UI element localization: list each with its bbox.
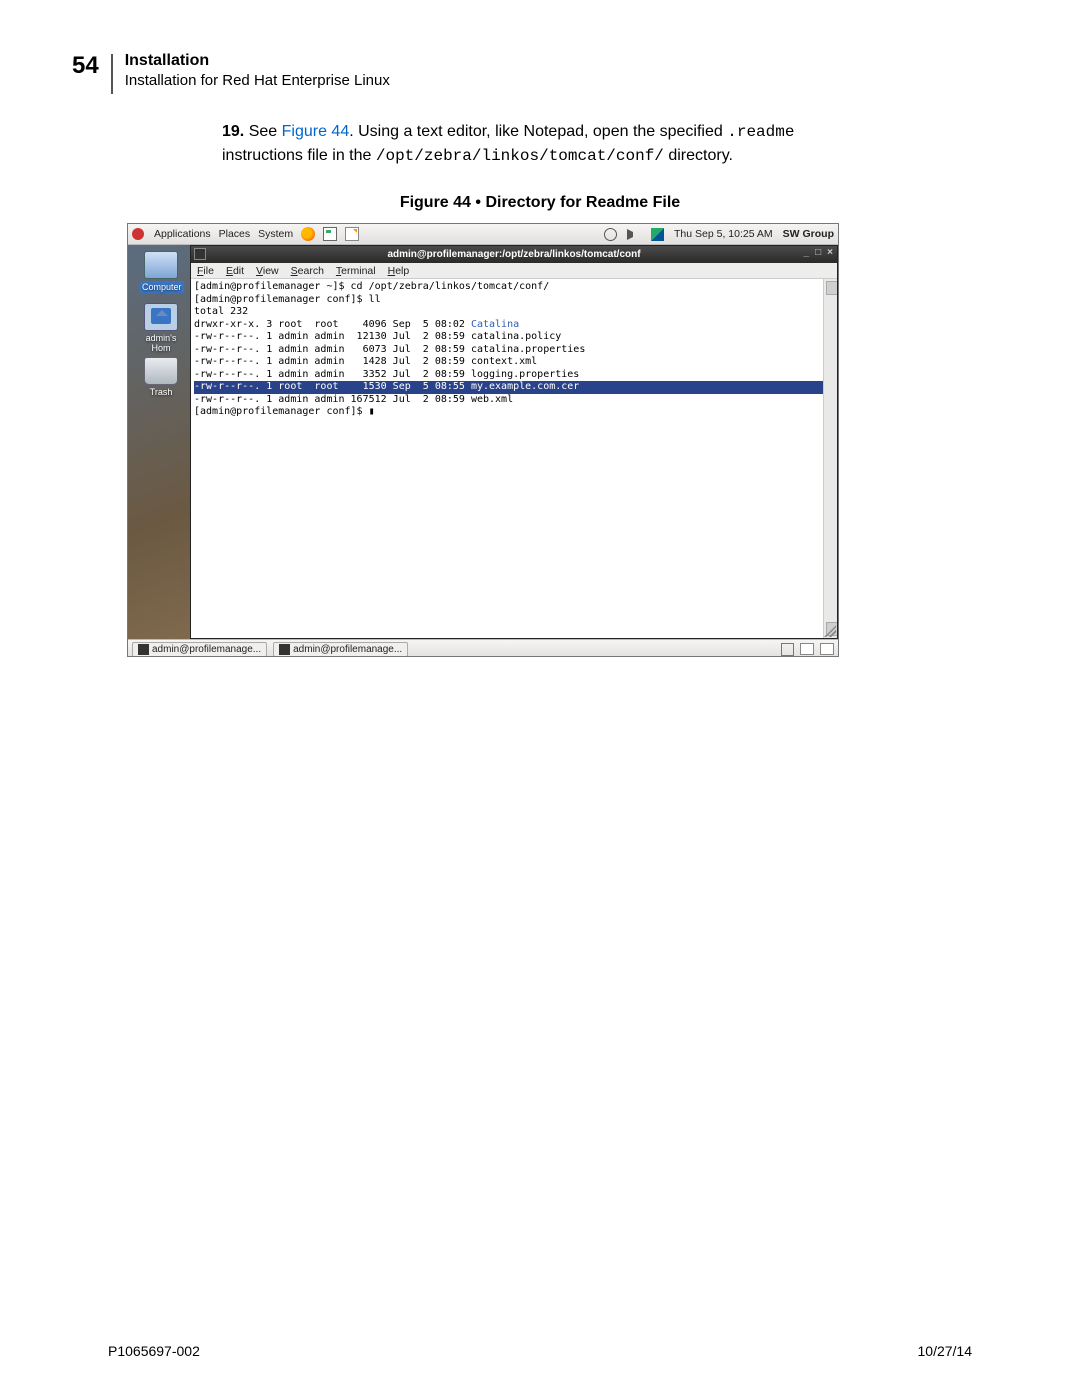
minimize-button[interactable]: _ [804, 247, 810, 258]
page-number: 54 [72, 52, 99, 80]
tray-applet-icon[interactable] [781, 643, 794, 656]
applications-menu[interactable]: Applications [154, 228, 211, 240]
menu-file[interactable]: File [197, 265, 214, 277]
terminal-title-text: admin@profilemanager:/opt/zebra/linkos/t… [387, 249, 640, 260]
menu-view[interactable]: View [256, 265, 279, 277]
home-desktop-icon[interactable]: admin's Hom [140, 303, 182, 353]
catalina-dir: Catalina [471, 319, 519, 330]
info-tray-icon[interactable] [604, 228, 617, 241]
volume-icon[interactable] [627, 229, 641, 240]
home-folder-icon [144, 303, 178, 331]
system-menu[interactable]: System [258, 228, 293, 240]
terminal-titlebar[interactable]: admin@profilemanager:/opt/zebra/linkos/t… [191, 246, 837, 263]
header-divider [111, 54, 113, 94]
resize-handle[interactable] [824, 625, 836, 637]
step-line2b: directory. [664, 147, 733, 164]
terminal-title-icon [194, 248, 206, 260]
page-header: 54 Installation Installation for Red Hat… [72, 52, 390, 94]
close-button[interactable]: × [827, 247, 833, 258]
network-icon[interactable] [651, 228, 664, 241]
step-number: 19. [222, 123, 244, 140]
gnome-top-panel: Applications Places System Thu Sep 5, 10… [128, 224, 838, 245]
firefox-icon[interactable] [301, 227, 315, 241]
places-menu[interactable]: Places [219, 228, 251, 240]
step-text-mid: . Using a text editor, like Notepad, ope… [349, 123, 727, 140]
menu-search[interactable]: Search [291, 265, 324, 277]
trash-label: Trash [150, 387, 173, 397]
fedora-icon [132, 228, 144, 240]
terminal-body[interactable]: [admin@profilemanager ~]$ cd /opt/zebra/… [191, 279, 837, 638]
trash-icon [144, 357, 178, 385]
header-subtitle: Installation for Red Hat Enterprise Linu… [125, 72, 390, 89]
terminal-icon [279, 644, 290, 655]
terminal-scrollbar[interactable] [823, 279, 837, 638]
step-line2a: instructions file in the [222, 147, 376, 164]
terminal-output: [admin@profilemanager ~]$ cd /opt/zebra/… [191, 279, 837, 421]
workspace-2[interactable] [820, 643, 834, 655]
home-label: admin's Hom [146, 333, 177, 353]
terminal-icon [138, 644, 149, 655]
menu-help[interactable]: Help [388, 265, 410, 277]
taskbar-button-1[interactable]: admin@profilemanage... [132, 642, 267, 657]
text-editor-icon[interactable] [345, 227, 359, 241]
header-title: Installation [125, 52, 390, 70]
gnome-bottom-panel: admin@profilemanage... admin@profilemana… [128, 639, 838, 657]
step-text-pre: See [249, 123, 282, 140]
highlighted-row: -rw-r--r--. 1 root root 1530 Sep 5 08:55… [194, 381, 834, 394]
update-icon[interactable] [323, 227, 337, 241]
step-19: 19. See Figure 44. Using a text editor, … [222, 120, 972, 168]
desktop: Computer admin's Hom Trash admin@profile… [128, 245, 838, 639]
taskbar-button-2[interactable]: admin@profilemanage... [273, 642, 408, 657]
monitor-icon [144, 251, 178, 279]
computer-desktop-icon[interactable]: Computer [140, 251, 182, 293]
code-path: /opt/zebra/linkos/tomcat/conf/ [376, 147, 664, 165]
footer-date: 10/27/14 [918, 1343, 973, 1359]
footer-doc-id: P1065697-002 [108, 1343, 200, 1359]
user-menu[interactable]: SW Group [783, 228, 834, 240]
menu-edit[interactable]: Edit [226, 265, 244, 277]
code-readme: .readme [727, 123, 794, 141]
figure-reference-link[interactable]: Figure 44 [282, 123, 350, 140]
terminal-menubar: File Edit View Search Terminal Help [191, 263, 837, 279]
figure-caption: Figure 44 • Directory for Readme File [0, 194, 1080, 212]
workspace-1[interactable] [800, 643, 814, 655]
menu-terminal[interactable]: Terminal [336, 265, 376, 277]
trash-desktop-icon[interactable]: Trash [140, 357, 182, 397]
maximize-button[interactable]: □ [815, 247, 821, 258]
terminal-window: admin@profilemanager:/opt/zebra/linkos/t… [190, 245, 838, 639]
screenshot-figure-44: Applications Places System Thu Sep 5, 10… [127, 223, 839, 657]
computer-label: Computer [140, 281, 184, 293]
clock[interactable]: Thu Sep 5, 10:25 AM [674, 228, 773, 240]
